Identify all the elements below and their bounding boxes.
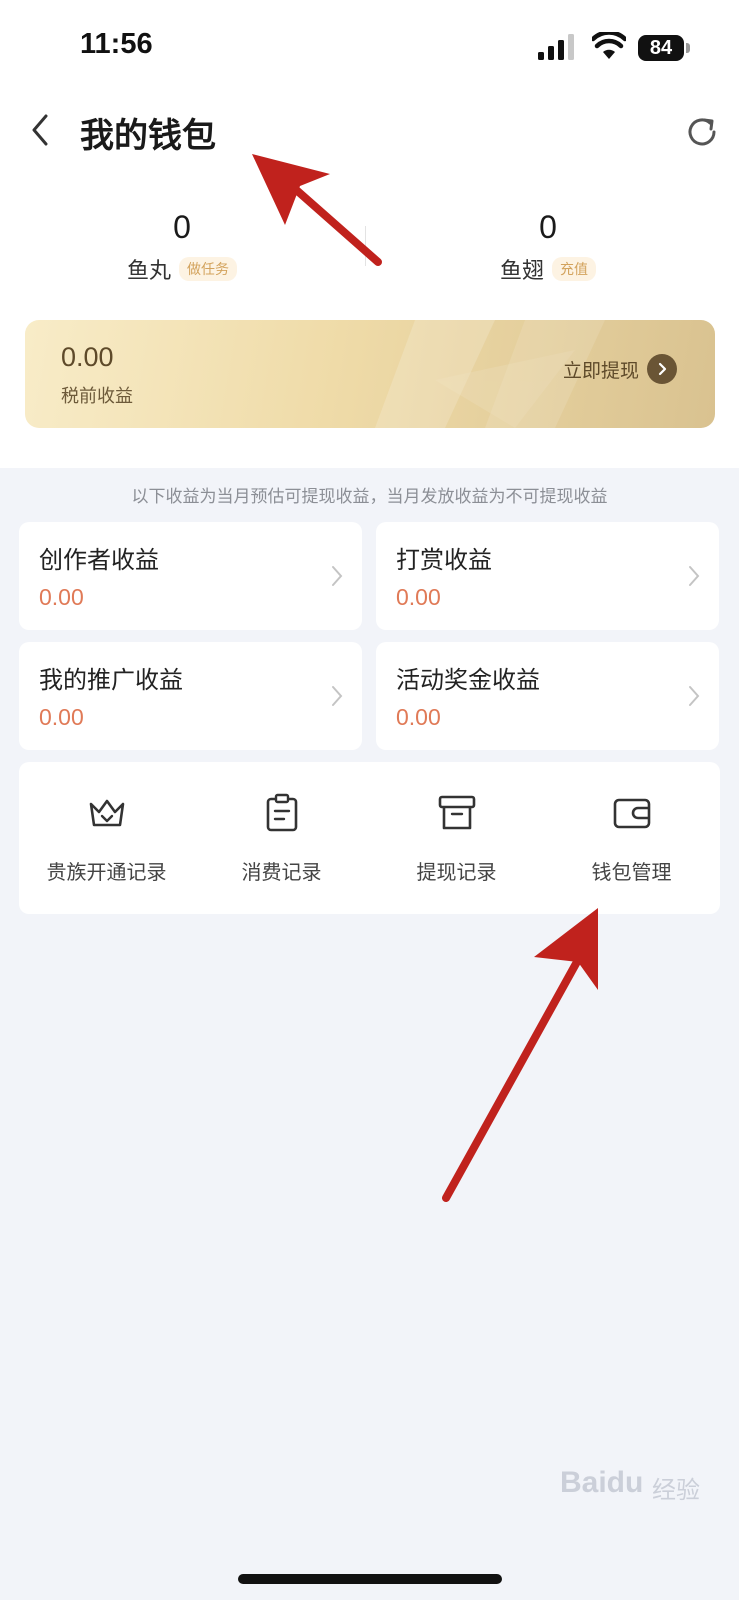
- pretax-income-label: 税前收益: [61, 386, 133, 407]
- withdraw-now-button[interactable]: 立即提现: [563, 354, 678, 384]
- chevron-right-icon: [689, 686, 700, 706]
- recharge-tag[interactable]: 充值: [552, 257, 596, 281]
- baidu-watermark: Baidu 经验: [560, 1458, 710, 1510]
- status-time: 11:56: [80, 28, 153, 60]
- noble-record-button[interactable]: 贵族开通记录: [19, 762, 194, 914]
- chevron-right-icon: [689, 566, 700, 586]
- record-label: 贵族开通记录: [46, 860, 167, 884]
- chevron-right-icon: [332, 686, 343, 706]
- fish-ball-label: 鱼丸: [126, 259, 171, 284]
- do-task-tag[interactable]: 做任务: [179, 257, 237, 281]
- earn-card-title: 创作者收益: [39, 546, 159, 574]
- chevron-right-icon: [647, 354, 678, 384]
- withdrawal-record-button[interactable]: 提现记录: [369, 762, 544, 914]
- record-label: 提现记录: [416, 860, 497, 884]
- earn-card-title: 活动奖金收益: [396, 666, 540, 694]
- earn-card-title: 我的推广收益: [39, 666, 183, 694]
- balance-divider: [365, 226, 366, 266]
- fish-fin-balance: 0 鱼翅 充值: [448, 205, 648, 285]
- refresh-icon[interactable]: [682, 112, 722, 152]
- watermark-brand: Baidu: [560, 1466, 644, 1499]
- arrow-to-wallet-management: [442, 908, 598, 1202]
- crown-icon: [89, 799, 125, 827]
- record-label: 钱包管理: [591, 860, 672, 884]
- activity-bonus-income-card[interactable]: 活动奖金收益 0.00: [376, 642, 719, 750]
- promotion-income-card[interactable]: 我的推广收益 0.00: [19, 642, 362, 750]
- chevron-right-icon: [332, 566, 343, 586]
- pretax-income-value: 0.00: [61, 342, 114, 372]
- fish-ball-value: 0: [173, 209, 191, 245]
- earn-card-title: 打赏收益: [396, 546, 492, 574]
- page-title: 我的钱包: [80, 116, 216, 156]
- consumption-record-button[interactable]: 消费记录: [194, 762, 369, 914]
- watermark-suffix: 经验: [652, 1476, 700, 1504]
- fish-fin-value: 0: [539, 209, 557, 245]
- wallet-icon: [613, 798, 651, 829]
- signal-icon: [538, 34, 574, 60]
- fish-ball-balance: 0 鱼丸 做任务: [82, 205, 282, 285]
- income-notice: 以下收益为当月预估可提现收益，当月发放收益为不可提现收益: [131, 487, 608, 507]
- earn-card-value: 0.00: [39, 704, 84, 730]
- back-arrow-icon[interactable]: [26, 110, 54, 150]
- creator-income-card[interactable]: 创作者收益 0.00: [19, 522, 362, 630]
- pretax-income-card: 0.00 税前收益 立即提现: [25, 320, 715, 428]
- records-panel: 贵族开通记录 消费记录 提现记录 钱包管理: [19, 762, 720, 914]
- wallet-management-button[interactable]: 钱包管理: [544, 762, 719, 914]
- wifi-icon: [592, 32, 626, 59]
- clipboard-icon: [266, 793, 298, 832]
- earn-card-value: 0.00: [396, 704, 441, 730]
- fish-fin-label: 鱼翅: [499, 259, 544, 284]
- tip-income-card[interactable]: 打赏收益 0.00: [376, 522, 719, 630]
- withdraw-now-label: 立即提现: [563, 359, 640, 382]
- record-label: 消费记录: [241, 860, 322, 884]
- status-icons: 84: [538, 30, 690, 66]
- archive-icon: [438, 795, 476, 830]
- battery-tip: [686, 43, 690, 53]
- home-indicator[interactable]: [238, 1574, 502, 1584]
- earn-card-value: 0.00: [39, 584, 84, 610]
- earn-card-value: 0.00: [396, 584, 441, 610]
- battery-indicator: 84: [638, 35, 684, 61]
